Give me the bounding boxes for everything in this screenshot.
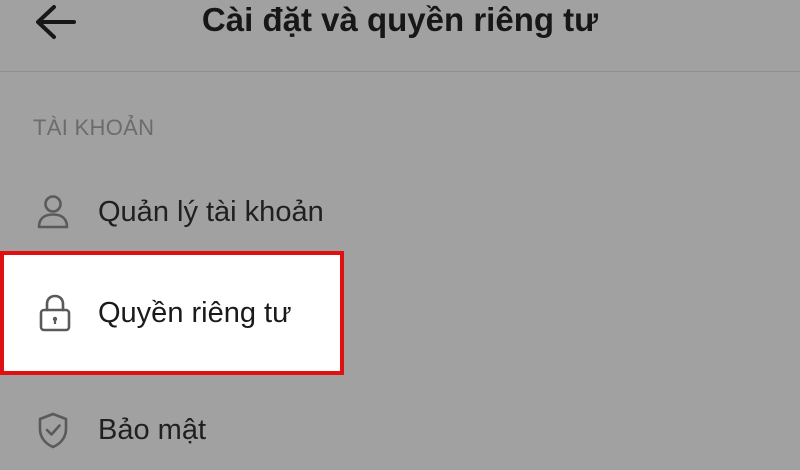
menu-item-label: Bảo mật <box>98 413 206 446</box>
menu-item-label: Quản lý tài khoản <box>98 195 324 228</box>
menu-item-privacy[interactable]: Quyền riêng tư <box>0 251 344 375</box>
menu-item-label: Quyền riêng tư <box>98 296 292 329</box>
app-header: Cài đặt và quyền riêng tư <box>0 0 800 72</box>
page-title: Cài đặt và quyền riêng tư <box>201 1 599 38</box>
lock-icon <box>37 293 73 333</box>
shield-check-icon <box>35 410 71 450</box>
person-icon <box>35 192 71 232</box>
menu-item-manage-account[interactable]: Quản lý tài khoản <box>0 172 800 252</box>
section-label-account: TÀI KHOẢN <box>33 115 155 140</box>
menu-item-security[interactable]: Bảo mật <box>0 390 800 470</box>
